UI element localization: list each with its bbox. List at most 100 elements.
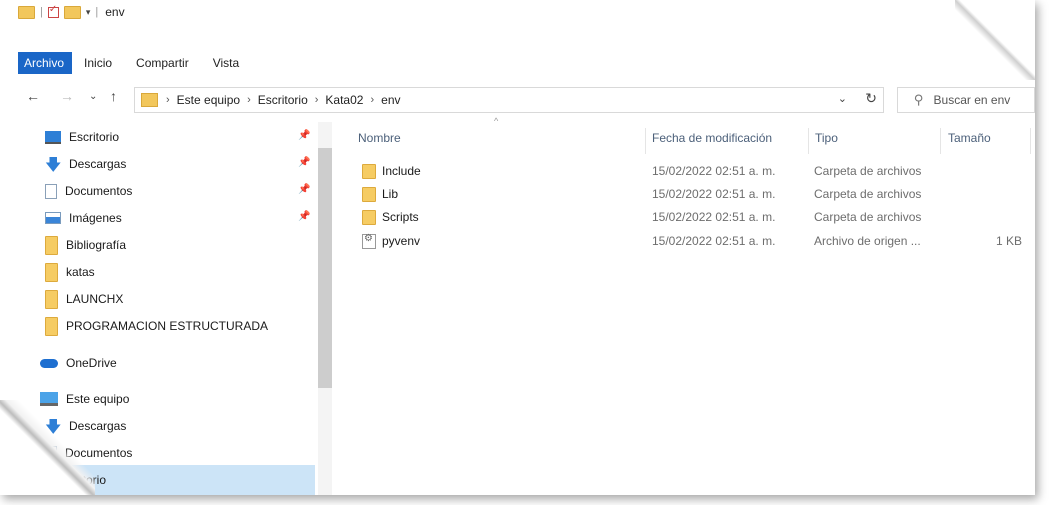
column-header-date[interactable]: Fecha de modificación: [652, 128, 772, 148]
file-name: Lib: [382, 187, 399, 201]
properties-icon[interactable]: [47, 4, 59, 18]
file-type: Archivo de origen ...: [814, 234, 921, 248]
folder-icon: [45, 235, 58, 255]
search-box: ⚲: [897, 87, 1035, 113]
sidebar-scrollbar-thumb[interactable]: [318, 148, 332, 388]
up-arrow-icon[interactable]: ↑: [110, 88, 117, 104]
sidebar-item-documentos-pc[interactable]: Documentos: [45, 440, 132, 466]
tab-inicio[interactable]: Inicio: [72, 52, 124, 74]
sidebar-item-label: Descargas: [69, 419, 127, 433]
search-icon: ⚲: [914, 92, 924, 107]
recent-locations-chevron-icon[interactable]: ⌄: [89, 91, 97, 102]
ribbon-tabs: Archivo Inicio Compartir Vista: [18, 52, 251, 74]
sidebar-item-label: Bibliografía: [66, 238, 127, 252]
file-date: 15/02/2022 02:51 a. m.: [652, 187, 776, 201]
document-icon: [45, 183, 57, 199]
sidebar-item-escritorio-pc[interactable]: critorio: [70, 467, 106, 493]
sidebar-item-descargas-pc[interactable]: Descargas: [45, 413, 127, 443]
pin-icon[interactable]: 📌: [298, 130, 310, 141]
sidebar-item-label: katas: [66, 265, 95, 279]
folder-icon: [362, 210, 376, 225]
sidebar-item-label: Descargas: [69, 157, 127, 171]
sidebar-item-label: Imágenes: [69, 211, 122, 225]
separator: |: [95, 6, 99, 18]
desktop-icon: [45, 130, 61, 144]
sidebar-item-label: PROGRAMACION ESTRUCTURADA: [66, 319, 269, 333]
pin-icon[interactable]: 📌: [298, 157, 310, 168]
file-type: Carpeta de archivos: [814, 187, 922, 201]
sidebar-item-imagenes[interactable]: Imágenes: [45, 205, 122, 231]
file-name: Scripts: [382, 210, 419, 224]
sidebar-item-programacion-estructurada[interactable]: PROGRAMACION ESTRUCTURADA: [45, 313, 268, 339]
breadcrumb-env[interactable]: env: [381, 93, 400, 107]
back-arrow-icon[interactable]: ←: [26, 88, 40, 104]
file-row[interactable]: Scripts 15/02/2022 02:51 a. m. Carpeta d…: [340, 206, 1030, 229]
chevron-down-icon[interactable]: ⌄: [838, 92, 847, 105]
sidebar-item-label: Escritorio: [69, 130, 120, 144]
chevron-right-icon[interactable]: ›: [166, 94, 170, 106]
cloud-icon: [40, 358, 58, 368]
document-icon: [45, 445, 57, 461]
chevron-right-icon[interactable]: ›: [315, 94, 319, 106]
sidebar-item-katas[interactable]: katas: [45, 259, 95, 285]
computer-icon: [40, 392, 58, 406]
pin-icon[interactable]: 📌: [298, 211, 310, 222]
tab-compartir[interactable]: Compartir: [124, 52, 201, 74]
chevron-right-icon[interactable]: ›: [247, 94, 251, 106]
folder-icon[interactable]: [18, 5, 35, 19]
column-divider[interactable]: [645, 128, 646, 154]
column-header-type[interactable]: Tipo: [815, 128, 838, 148]
sidebar-item-label: OneDrive: [66, 356, 117, 370]
search-input[interactable]: [931, 92, 1021, 108]
file-size: 1 KB: [995, 234, 1022, 248]
file-row[interactable]: Include 15/02/2022 02:51 a. m. Carpeta d…: [340, 160, 1030, 183]
title-bar: | ▾ | env: [18, 0, 125, 24]
pin-icon[interactable]: 📌: [298, 184, 310, 195]
navigation-pane: Escritorio 📌 ^ Descargas 📌 Documentos 📌 …: [0, 122, 318, 495]
column-header-size[interactable]: Tamaño: [948, 128, 991, 148]
address-bar[interactable]: › Este equipo › Escritorio › Kata02 › en…: [134, 87, 884, 113]
tab-archivo[interactable]: Archivo: [18, 52, 73, 74]
forward-arrow-icon[interactable]: →: [60, 88, 74, 104]
folder-icon: [141, 93, 158, 107]
navigation-bar: ← → ⌄ ↑ › Este equipo › Escritorio › Kat…: [0, 84, 1035, 114]
sidebar-item-bibliografia[interactable]: Bibliografía: [45, 232, 126, 258]
separator: |: [40, 6, 43, 18]
folder-icon: [362, 164, 376, 179]
file-row[interactable]: pyvenv 15/02/2022 02:51 a. m. Archivo de…: [340, 230, 1030, 253]
folder-icon: [45, 262, 58, 282]
breadcrumb-este-equipo[interactable]: Este equipo: [177, 93, 240, 107]
chevron-right-icon[interactable]: ›: [370, 94, 374, 106]
sidebar-item-label: Documentos: [65, 184, 133, 198]
column-header-name[interactable]: Nombre: [358, 128, 401, 148]
breadcrumb-escritorio[interactable]: Escritorio: [258, 93, 308, 107]
sidebar-item-launchx[interactable]: LAUNCHX: [45, 286, 123, 312]
file-date: 15/02/2022 02:51 a. m.: [652, 234, 776, 248]
column-divider[interactable]: [940, 128, 941, 154]
file-explorer-window: | ▾ | env Archivo Inicio Compartir Vista…: [0, 0, 1035, 495]
file-date: 15/02/2022 02:51 a. m.: [652, 164, 776, 178]
breadcrumb-kata02[interactable]: Kata02: [325, 93, 363, 107]
column-divider[interactable]: [1030, 128, 1031, 154]
sidebar-item-label: LAUNCHX: [66, 292, 124, 306]
page-curl-shadow: [955, 0, 1035, 80]
file-date: 15/02/2022 02:51 a. m.: [652, 210, 776, 224]
sidebar-item-label: critorio: [70, 473, 107, 487]
file-row[interactable]: Lib 15/02/2022 02:51 a. m. Carpeta de ar…: [340, 183, 1030, 206]
sidebar-item-escritorio[interactable]: Escritorio: [45, 124, 119, 150]
folder-icon: [45, 316, 58, 336]
tab-vista[interactable]: Vista: [201, 52, 251, 74]
sidebar-item-label: Documentos: [65, 446, 133, 460]
column-divider[interactable]: [808, 128, 809, 154]
file-name: Include: [382, 164, 421, 178]
sidebar-item-este-equipo[interactable]: Este equipo: [40, 386, 129, 412]
sort-ascending-icon: ^: [494, 116, 499, 126]
download-icon: [45, 154, 61, 181]
new-folder-icon[interactable]: [63, 5, 81, 19]
sidebar-item-descargas[interactable]: Descargas: [45, 151, 127, 181]
sidebar-item-onedrive[interactable]: OneDrive: [40, 350, 117, 376]
customize-toolbar-icon[interactable]: ▾: [86, 7, 91, 18]
refresh-icon[interactable]: ↻: [865, 90, 877, 107]
file-type: Carpeta de archivos: [814, 164, 922, 178]
sidebar-item-documentos[interactable]: Documentos: [45, 178, 132, 204]
